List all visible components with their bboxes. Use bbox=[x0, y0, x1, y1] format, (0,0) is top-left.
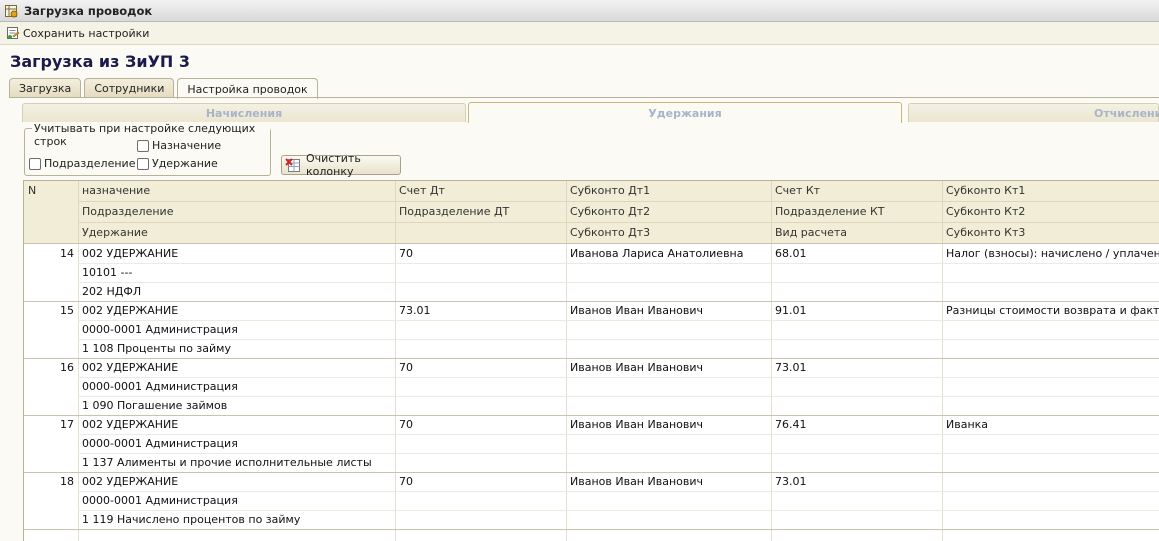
cell-credit-subconto-1[interactable] bbox=[942, 472, 1159, 491]
tab-employees[interactable]: Сотрудники bbox=[84, 78, 175, 98]
cell-credit-account[interactable]: 73.01 bbox=[771, 472, 942, 491]
header-debit-empty bbox=[395, 223, 566, 243]
col-divider bbox=[942, 244, 943, 541]
header-calc-type[interactable]: Вид расчета bbox=[771, 223, 942, 243]
cell-debit-account[interactable]: 70 bbox=[395, 472, 566, 491]
postings-table[interactable]: N назначение Подразделение Удержание Сче… bbox=[23, 180, 1159, 541]
cell-department[interactable]: 0000-0001 Администрация bbox=[78, 320, 395, 339]
clear-column-icon bbox=[285, 157, 301, 173]
clear-column-label: Очистить колонку bbox=[306, 152, 361, 178]
window-title: Загрузка проводок bbox=[24, 3, 153, 18]
filter-group: Учитывать при настройке следующих строк … bbox=[24, 122, 271, 176]
cell-credit-account[interactable]: 68.01 bbox=[771, 244, 942, 263]
subtab-accruals[interactable]: Начисления bbox=[22, 103, 466, 122]
cell-deduction[interactable]: 1 090 Погашение займов bbox=[78, 396, 395, 415]
header-debit-subconto-1[interactable]: Субконто Дт1 bbox=[566, 181, 771, 201]
header-purpose[interactable]: назначение bbox=[78, 181, 395, 201]
row-number: 15 bbox=[60, 304, 74, 317]
cell-department[interactable]: 0000-0001 Администрация bbox=[78, 434, 395, 453]
tab-posting-settings[interactable]: Настройка проводок bbox=[177, 78, 318, 99]
cell-credit-subconto-1[interactable] bbox=[942, 358, 1159, 377]
main-tabs: Загрузка Сотрудники Настройка проводок bbox=[9, 78, 318, 99]
header-n[interactable]: N bbox=[24, 181, 78, 201]
header-credit-subconto-3[interactable]: Субконто Кт3 bbox=[942, 223, 1159, 243]
row-number: 18 bbox=[60, 475, 74, 488]
header-credit-subconto-1[interactable]: Субконто Кт1 bbox=[942, 181, 1159, 201]
header-debit-subconto-3[interactable]: Субконто Дт3 bbox=[566, 223, 771, 243]
header-department[interactable]: Подразделение bbox=[78, 202, 395, 222]
subtab-contributions[interactable]: Отчисления bbox=[908, 103, 1159, 122]
cell-purpose[interactable]: 002 УДЕРЖАНИЕ bbox=[78, 472, 395, 491]
col-divider bbox=[395, 244, 396, 541]
save-settings-button[interactable]: Сохранить настройки bbox=[6, 26, 149, 40]
row-number: 14 bbox=[60, 247, 74, 260]
tab-upload[interactable]: Загрузка bbox=[9, 78, 82, 98]
cell-purpose[interactable]: 002 УДЕРЖАНИЕ bbox=[78, 244, 395, 263]
purpose-checkbox[interactable]: Назначение bbox=[137, 139, 221, 152]
header-debit-department[interactable]: Подразделение ДТ bbox=[395, 202, 566, 222]
header-debit-subconto-2[interactable]: Субконто Дт2 bbox=[566, 202, 771, 222]
cell-department[interactable]: 0000-0001 Администрация bbox=[78, 491, 395, 510]
cell-deduction[interactable]: 1 108 Проценты по займу bbox=[78, 339, 395, 358]
cell-credit-subconto-1[interactable]: Налог (взносы): начислено / уплачено bbox=[942, 244, 1159, 263]
header-debit-account[interactable]: Счет Дт bbox=[395, 181, 566, 201]
header-credit-department[interactable]: Подразделение КТ bbox=[771, 202, 942, 222]
cell-debit-subconto-1[interactable]: Иванов Иван Иванович bbox=[566, 472, 771, 491]
cell-debit-account[interactable]: 70 bbox=[395, 415, 566, 434]
deduction-checkbox-label: Удержание bbox=[152, 157, 218, 170]
cell-purpose[interactable]: 002 УДЕРЖАНИЕ bbox=[78, 301, 395, 320]
checkbox-box[interactable] bbox=[137, 139, 149, 152]
col-divider bbox=[566, 244, 567, 541]
cell-credit-account[interactable]: 91.01 bbox=[771, 301, 942, 320]
table-header: N назначение Подразделение Удержание Сче… bbox=[24, 181, 1159, 243]
tab-divider bbox=[9, 97, 1159, 98]
deduction-checkbox[interactable]: Удержание bbox=[137, 157, 218, 170]
cell-purpose[interactable]: 002 УДЕРЖАНИЕ bbox=[78, 415, 395, 434]
col-divider bbox=[771, 244, 772, 541]
cell-credit-account[interactable]: 76.41 bbox=[771, 415, 942, 434]
cell-purpose[interactable]: 002 УДЕРЖАНИЕ bbox=[78, 358, 395, 377]
sub-tabs: Начисления Удержания Отчисления bbox=[22, 102, 1159, 123]
row-number: 17 bbox=[60, 418, 74, 431]
save-settings-label: Сохранить настройки bbox=[23, 26, 150, 40]
header-credit-subconto-2[interactable]: Субконто Кт2 bbox=[942, 202, 1159, 222]
cell-debit-subconto-1[interactable]: Иванов Иван Иванович bbox=[566, 415, 771, 434]
window-titlebar: Загрузка проводок bbox=[0, 0, 1159, 22]
checkbox-box[interactable] bbox=[29, 157, 41, 170]
cell-department[interactable]: 0000-0001 Администрация bbox=[78, 377, 395, 396]
command-bar: Сохранить настройки bbox=[0, 22, 1159, 45]
save-settings-icon bbox=[6, 26, 20, 40]
cell-deduction[interactable]: 1 119 Начислено процентов по займу bbox=[78, 510, 395, 529]
header-deduction[interactable]: Удержание bbox=[78, 223, 395, 243]
cell-deduction[interactable]: 1 137 Алименты и прочие исполнительные л… bbox=[78, 453, 395, 472]
row-number: 16 bbox=[60, 361, 74, 374]
checkbox-box[interactable] bbox=[137, 157, 149, 170]
document-grid-icon bbox=[4, 4, 18, 18]
purpose-checkbox-label: Назначение bbox=[152, 139, 222, 152]
department-checkbox[interactable]: Подразделение bbox=[29, 157, 135, 170]
cell-debit-account[interactable]: 70 bbox=[395, 244, 566, 263]
cell-debit-subconto-1[interactable]: Иванова Лариса Анатолиевна bbox=[566, 244, 771, 263]
cell-department[interactable]: 10101 --- bbox=[78, 263, 395, 282]
subtab-deductions[interactable]: Удержания bbox=[468, 102, 902, 123]
row-separator bbox=[24, 529, 1159, 530]
cell-credit-account[interactable]: 73.01 bbox=[771, 358, 942, 377]
cell-debit-subconto-1[interactable]: Иванов Иван Иванович bbox=[566, 301, 771, 320]
cell-debit-subconto-1[interactable]: Иванов Иван Иванович bbox=[566, 358, 771, 377]
cell-debit-account[interactable]: 73.01 bbox=[395, 301, 566, 320]
department-checkbox-label: Подразделение bbox=[44, 157, 136, 170]
page-title: Загрузка из ЗиУП 3 bbox=[10, 52, 191, 71]
cell-deduction[interactable]: 202 НДФЛ bbox=[78, 282, 395, 301]
cell-credit-subconto-1[interactable]: Разницы стоимости возврата и факти... bbox=[942, 301, 1159, 320]
cell-debit-account[interactable]: 70 bbox=[395, 358, 566, 377]
cell-credit-subconto-1[interactable]: Иванка bbox=[942, 415, 1159, 434]
clear-column-button[interactable]: Очистить колонку bbox=[281, 152, 401, 178]
header-credit-account[interactable]: Счет Кт bbox=[771, 181, 942, 201]
